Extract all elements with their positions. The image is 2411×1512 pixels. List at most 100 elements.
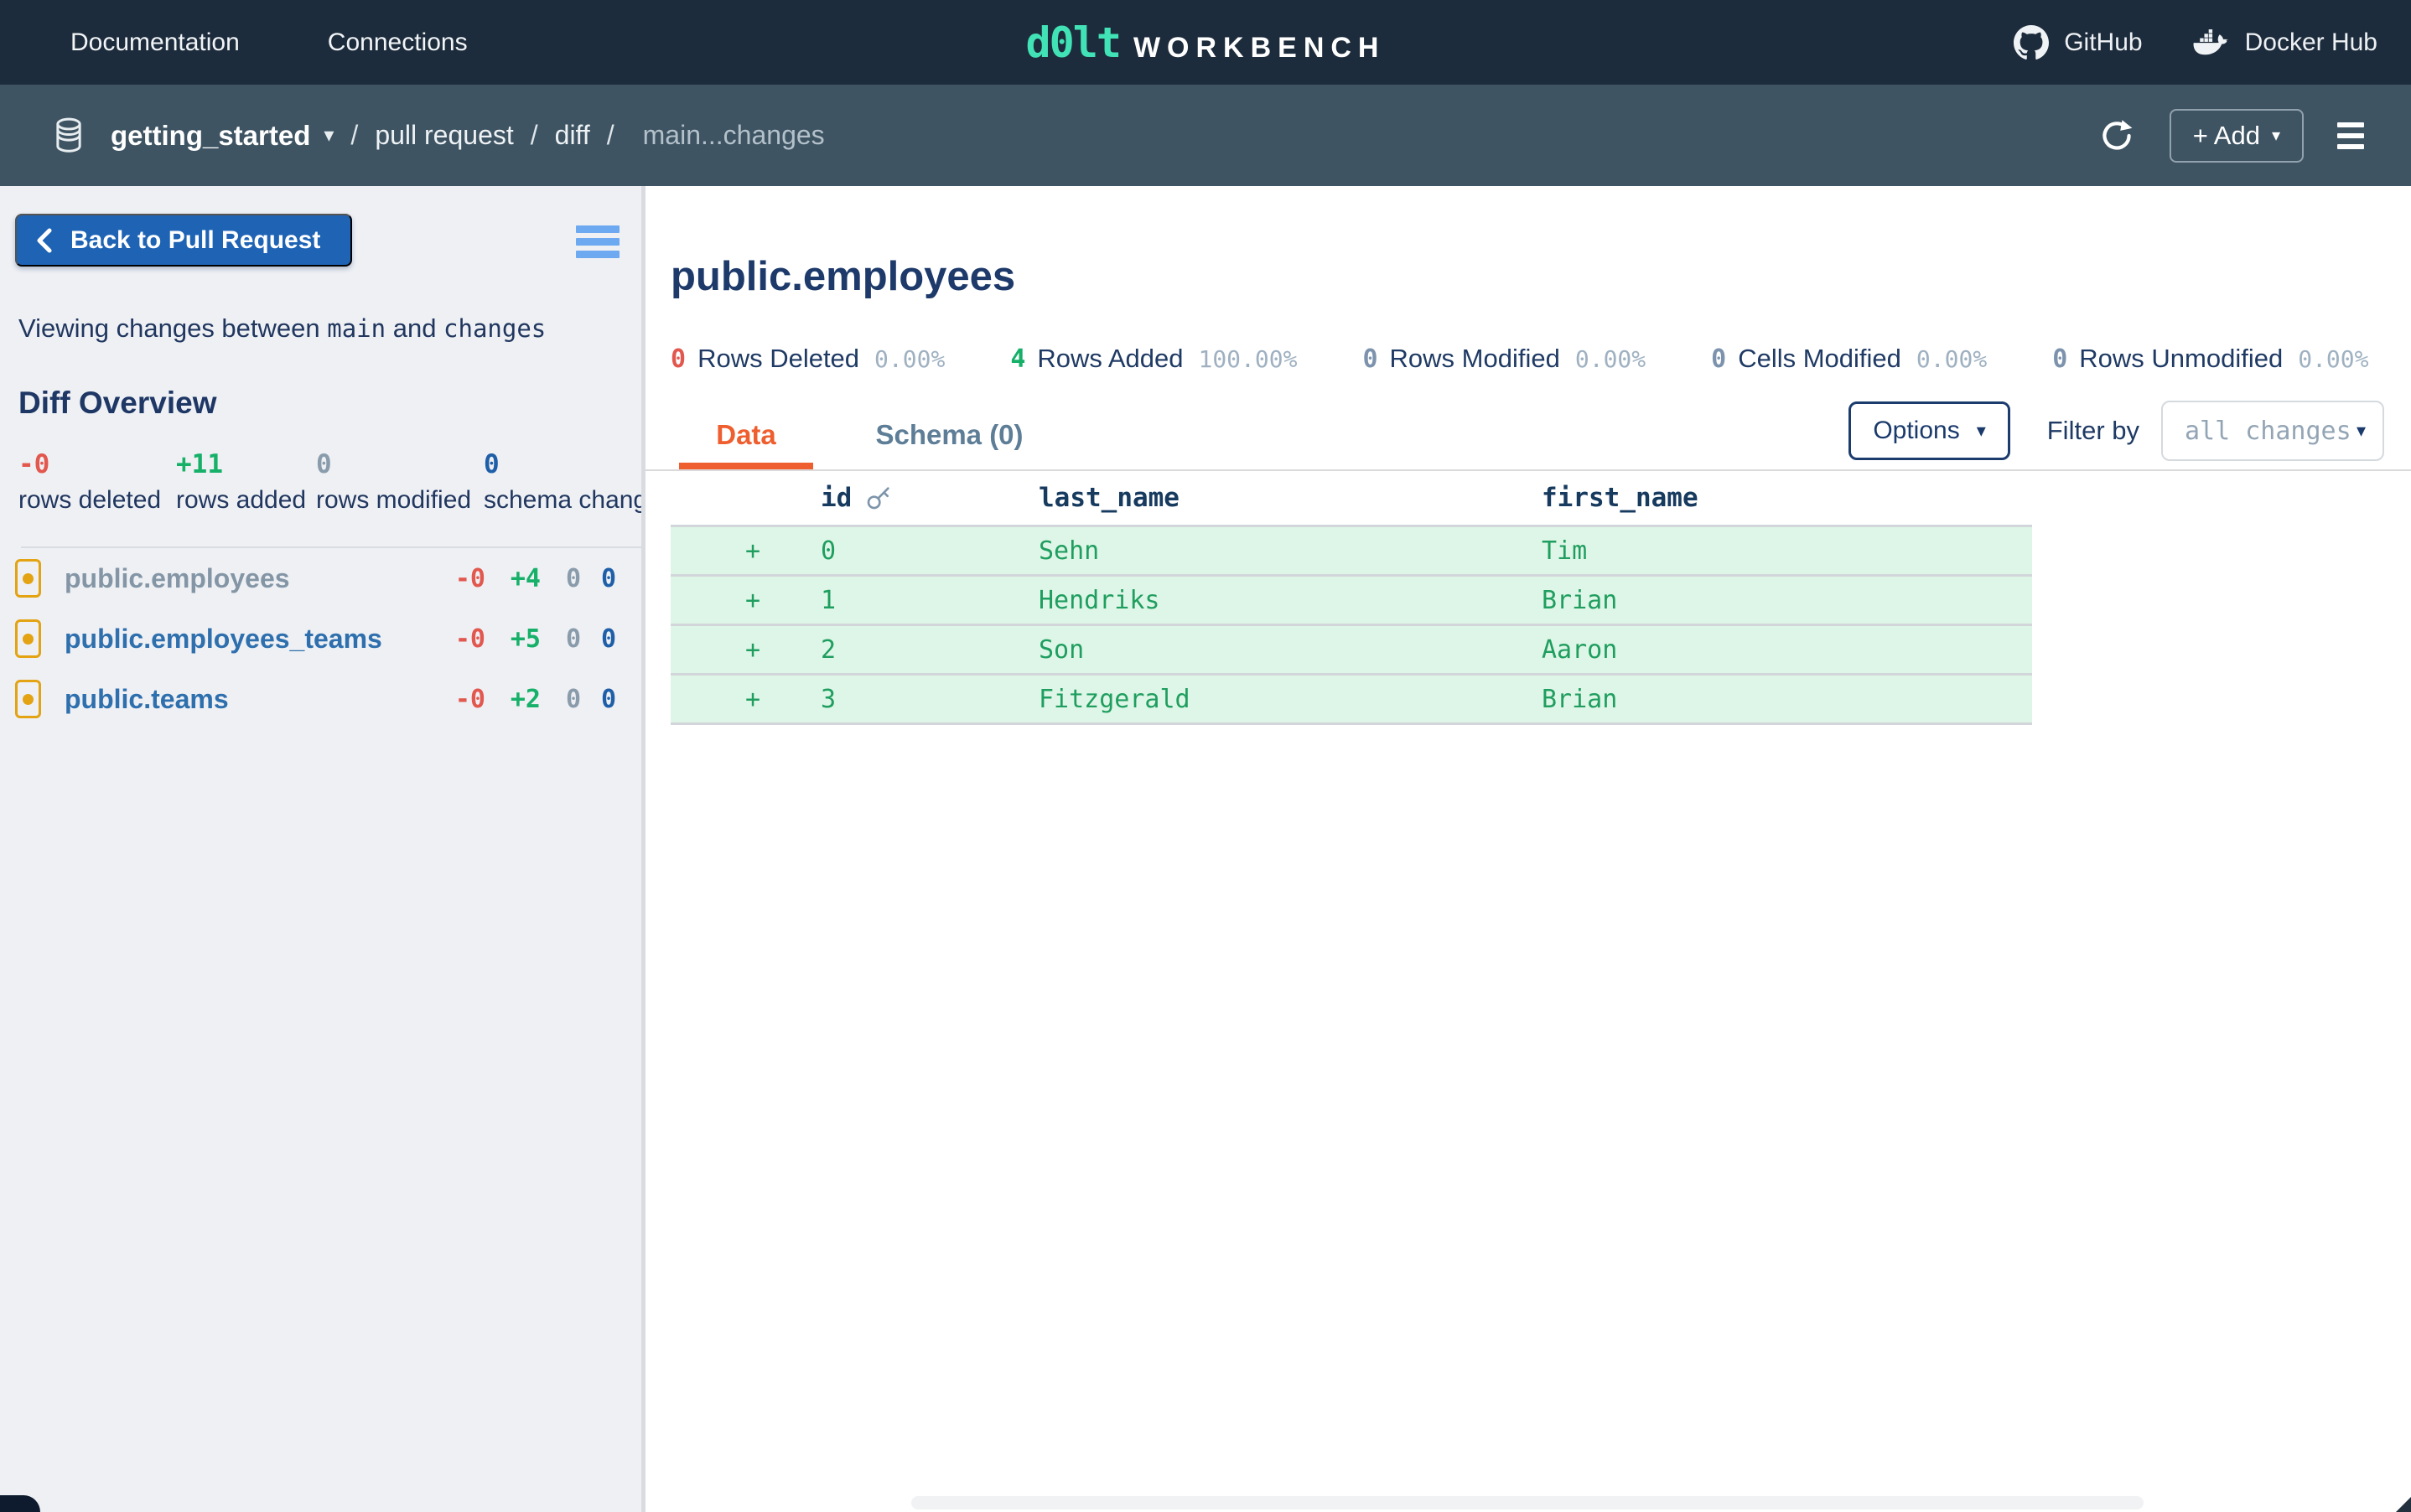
- breadcrumb-pull-request[interactable]: pull request: [375, 120, 513, 151]
- changed-table-row[interactable]: public.employees -0 +4 0 0: [0, 548, 641, 608]
- horizontal-scrollbar[interactable]: [911, 1496, 2144, 1509]
- added-row[interactable]: + 3 Fitzgerald Brian: [671, 676, 2032, 725]
- diff-stat: 0 Rows Modified 0.00%: [1362, 344, 1646, 374]
- diff-sidebar: Back to Pull Request Viewing changes bet…: [0, 186, 646, 1512]
- table-modified-icon: [15, 559, 41, 598]
- database-icon: [52, 117, 86, 155]
- diff-summary-item: 0 rows modified: [316, 449, 484, 515]
- diff-stat-percent: 0.00%: [1575, 345, 1646, 373]
- diff-overview-title: Diff Overview: [18, 386, 641, 421]
- row-sign: +: [738, 586, 813, 615]
- diff-summary-item: +11 rows added: [176, 449, 316, 515]
- resize-corner: [2396, 1497, 2411, 1512]
- added-row[interactable]: + 0 Sehn Tim: [671, 527, 2032, 577]
- added-row[interactable]: + 2 Son Aaron: [671, 626, 2032, 676]
- add-button[interactable]: + Add ▾: [2170, 109, 2304, 163]
- page-title: public.employees: [671, 253, 2411, 300]
- breadcrumb-separator: /: [607, 120, 614, 151]
- changed-tables-list: public.employees -0 +4 0 0 public.employ…: [0, 548, 641, 729]
- docker-whale-icon: [2193, 28, 2230, 57]
- cell-last-name: Fitzgerald: [1031, 685, 1534, 714]
- cell-first-name: Tim: [1534, 536, 2032, 566]
- column-header-id: id: [813, 483, 1031, 513]
- diff-summary-value: 0: [316, 449, 484, 479]
- nav-documentation[interactable]: Documentation: [70, 28, 240, 57]
- options-button[interactable]: Options ▾: [1848, 401, 2009, 460]
- diff-stat: 4 Rows Added 100.00%: [1010, 344, 1297, 374]
- diff-stat-percent: 0.00%: [1916, 345, 1987, 373]
- github-label: GitHub: [2064, 28, 2142, 57]
- diff-stat: 0 Cells Modified 0.00%: [1711, 344, 1987, 374]
- back-button-label: Back to Pull Request: [70, 226, 320, 255]
- row-sign: +: [738, 536, 813, 566]
- refresh-icon[interactable]: [2097, 117, 2136, 155]
- filter-changes-select[interactable]: all changes ▾: [2161, 401, 2384, 461]
- cell-id: 0: [813, 536, 1031, 566]
- changed-table-row[interactable]: public.employees_teams -0 +5 0 0: [0, 608, 641, 669]
- diff-summary-item: 0 schema changes: [484, 449, 641, 515]
- breadcrumb-bar: getting_started ▾ / pull request / diff …: [0, 85, 2411, 186]
- diff-main-panel: public.employees 0 Rows Deleted 0.00% 4 …: [646, 186, 2411, 1512]
- diff-stat-value: 0: [2052, 344, 2067, 374]
- diff-summary-label: rows modified: [316, 486, 484, 515]
- rows-added-count: +4: [485, 564, 541, 593]
- diff-summary-item: -0 rows deleted: [18, 449, 176, 515]
- rows-modified-count: 0: [541, 564, 581, 593]
- database-selector[interactable]: getting_started ▾: [52, 117, 334, 155]
- breadcrumb-current-range: main...changes: [643, 120, 825, 151]
- github-link[interactable]: GitHub: [2014, 25, 2142, 60]
- diff-summary-label: rows deleted: [18, 486, 176, 515]
- diff-stat-label: Rows Deleted: [697, 344, 859, 374]
- cell-id: 1: [813, 586, 1031, 615]
- cell-first-name: Brian: [1534, 685, 2032, 714]
- filter-selected-value: all changes: [2185, 417, 2357, 446]
- diff-stat-value: 4: [1010, 344, 1025, 374]
- sidebar-menu-icon[interactable]: [576, 225, 620, 258]
- dolt-workbench-logo: d0lt WORKBENCH: [1026, 18, 1386, 67]
- changed-table-row[interactable]: public.teams -0 +2 0 0: [0, 669, 641, 729]
- schema-changes-count: 0: [581, 564, 616, 593]
- main-menu-icon[interactable]: [2337, 122, 2364, 149]
- diff-stat: 0 Rows Unmodified 0.00%: [2052, 344, 2368, 374]
- schema-changes-count: 0: [581, 624, 616, 654]
- tab-data[interactable]: Data: [679, 412, 813, 451]
- nav-connections[interactable]: Connections: [328, 28, 468, 57]
- changed-table-name: public.teams: [65, 684, 229, 715]
- rows-deleted-count: -0: [435, 564, 485, 593]
- breadcrumb-separator: /: [531, 120, 538, 151]
- changed-table-stats: -0 +4 0 0: [435, 564, 616, 593]
- diff-stat-percent: 100.00%: [1198, 345, 1297, 373]
- back-to-pull-request-button[interactable]: Back to Pull Request: [15, 214, 352, 267]
- added-row[interactable]: + 1 Hendriks Brian: [671, 577, 2032, 626]
- diff-stat-label: Rows Added: [1037, 344, 1183, 374]
- diff-stat-percent: 0.00%: [2298, 345, 2368, 373]
- rows-added-count: +5: [485, 624, 541, 654]
- table-modified-icon: [15, 680, 41, 718]
- diff-summary-label: rows added: [176, 486, 316, 515]
- changed-table-stats: -0 +2 0 0: [435, 685, 616, 714]
- changed-table-name: public.employees: [65, 563, 290, 594]
- column-header-last-name: last_name: [1031, 483, 1534, 513]
- tab-schema[interactable]: Schema (0): [875, 412, 1023, 451]
- filter-by-label: Filter by: [2047, 416, 2139, 446]
- changed-table-name: public.employees_teams: [65, 624, 382, 655]
- add-button-label: + Add: [2193, 121, 2260, 151]
- diff-stat-value: 0: [1362, 344, 1377, 374]
- diff-summary-value: 0: [484, 449, 641, 479]
- rows-deleted-count: -0: [435, 624, 485, 654]
- breadcrumb-diff[interactable]: diff: [555, 120, 590, 151]
- diff-stat: 0 Rows Deleted 0.00%: [671, 344, 945, 374]
- docker-hub-label: Docker Hub: [2245, 28, 2377, 57]
- diff-stat-value: 0: [1711, 344, 1726, 374]
- options-button-label: Options: [1873, 417, 1959, 445]
- column-header-first-name: first_name: [1534, 483, 2411, 513]
- cell-first-name: Aaron: [1534, 635, 2032, 665]
- breadcrumb-separator: /: [350, 120, 358, 151]
- viewing-changes-text: Viewing changes between main and changes: [18, 313, 641, 344]
- to-branch: changes: [443, 314, 546, 343]
- github-icon: [2014, 25, 2049, 60]
- docker-hub-link[interactable]: Docker Hub: [2193, 28, 2377, 57]
- breadcrumb-database: getting_started: [111, 120, 310, 152]
- cell-last-name: Son: [1031, 635, 1534, 665]
- chevron-down-icon: ▾: [324, 123, 334, 148]
